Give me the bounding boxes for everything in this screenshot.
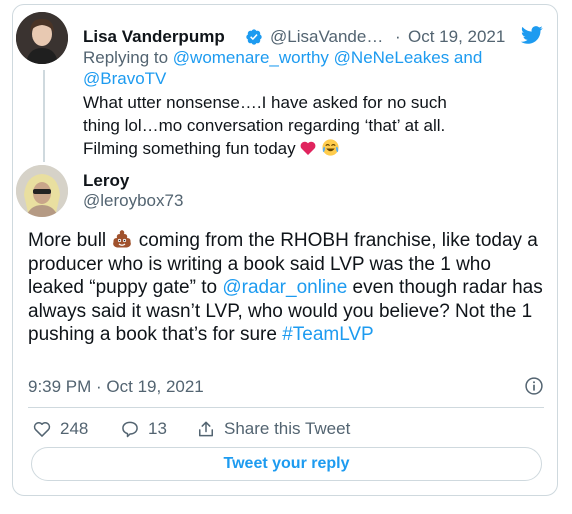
lisa-vanderpump-avatar[interactable] — [16, 12, 68, 64]
tweet-text-part-1: More bull — [28, 230, 107, 251]
red-heart-emoji — [300, 141, 316, 155]
actions-divider — [28, 407, 544, 408]
reply-count-button[interactable]: 13 — [120, 418, 167, 440]
quoted-dot-separator: · — [395, 27, 401, 46]
tweet-author-name[interactable]: Leroy — [83, 171, 129, 191]
leroy-avatar[interactable] — [16, 165, 68, 217]
quoted-author-handle[interactable]: @LisaVande… — [270, 27, 383, 47]
quoted-text-line-3: Filming something fun today — [83, 137, 543, 160]
replying-to-line-1: Replying to @womenare_worthy @NeNeLeakes… — [83, 48, 482, 68]
tweet-text: More bull coming from the RHOBH franchis… — [28, 228, 548, 347]
tweet-timestamp[interactable]: 9:39 PM · Oct 19, 2021 — [28, 377, 204, 397]
tweet-author-handle[interactable]: @leroybox73 — [83, 191, 183, 211]
heart-icon — [33, 421, 51, 437]
thread-connector-line — [43, 70, 45, 162]
reply-handle-bravotv[interactable]: @BravoTV — [83, 69, 166, 89]
quoted-author-name[interactable]: Lisa Vanderpump — [83, 27, 225, 47]
verified-badge-icon — [246, 29, 262, 45]
twitter-bird-icon[interactable] — [520, 24, 544, 46]
quoted-date[interactable]: Oct 19, 2021 — [408, 27, 505, 47]
radar-online-mention-link[interactable]: @radar_online — [222, 277, 347, 298]
quoted-text-line-1: What utter nonsense….I have asked for no… — [83, 93, 447, 112]
reply-count: 13 — [148, 419, 167, 438]
quoted-tweet-text: What utter nonsense….I have asked for no… — [83, 91, 543, 160]
info-icon[interactable] — [524, 376, 544, 396]
pile-of-poo-emoji — [113, 230, 132, 248]
replying-to-label: Replying to — [83, 48, 173, 67]
share-label: Share this Tweet — [224, 419, 351, 438]
reply-handles-link[interactable]: @womenare_worthy @NeNeLeakes and — [173, 48, 483, 67]
share-icon — [199, 421, 213, 437]
tweet-your-reply-button[interactable]: Tweet your reply — [31, 447, 542, 481]
reply-button-label: Tweet your reply — [223, 455, 350, 472]
like-count: 248 — [60, 419, 89, 438]
quoted-text-line-3-text: Filming something fun today — [83, 139, 296, 158]
tears-of-joy-emoji — [322, 139, 339, 156]
quoted-text-line-2: thing lol…mo conversation regarding ‘tha… — [83, 116, 446, 135]
teamlvp-hashtag-link[interactable]: #TeamLVP — [282, 324, 374, 345]
like-button[interactable]: 248 — [32, 418, 88, 440]
reply-bubble-icon — [122, 421, 138, 438]
share-tweet-button[interactable]: Share this Tweet — [196, 418, 350, 440]
